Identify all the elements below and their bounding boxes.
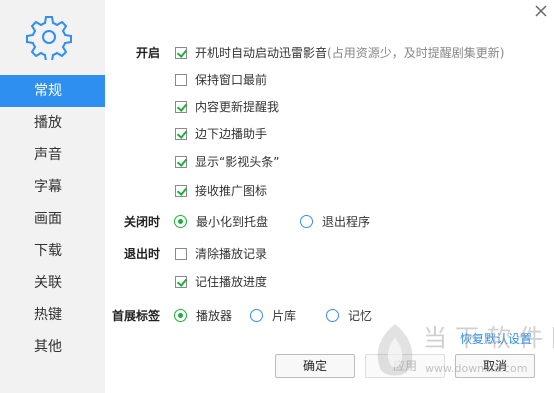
minimize-to-tray-radio[interactable]: 最小化到托盘 — [174, 213, 268, 230]
autostart-label: 开机时自动启动迅雷影音 — [195, 46, 328, 60]
update-reminder-label: 内容更新提醒我 — [195, 100, 280, 114]
radio-circle[interactable] — [300, 215, 313, 228]
first-tab-player-radio[interactable]: 播放器 — [174, 307, 232, 324]
sidebar-item-download[interactable]: 下载 — [0, 235, 105, 267]
first-tab-label: 首展标签 — [111, 309, 160, 323]
checkbox-box[interactable] — [175, 184, 187, 197]
exit-program-radio[interactable]: 退出程序 — [300, 213, 370, 230]
sidebar-item-association[interactable]: 关联 — [0, 267, 105, 299]
on-close-label: 关闭时 — [123, 215, 160, 229]
show-headlines-checkbox[interactable]: 显示“影视头条” — [175, 153, 279, 170]
sidebar-item-subtitles[interactable]: 字幕 — [0, 171, 105, 203]
first-tab-memory-label: 记忆 — [348, 309, 373, 323]
promo-icon-checkbox[interactable]: 接收推广图标 — [175, 182, 267, 199]
stream-assistant-checkbox[interactable]: 边下边播助手 — [175, 125, 267, 142]
remember-progress-label: 记住播放进度 — [195, 275, 268, 289]
clear-history-label: 清除播放记录 — [195, 247, 268, 261]
clear-history-checkbox[interactable]: 清除播放记录 — [175, 245, 267, 262]
restore-defaults-link[interactable]: 恢复默认设置 — [460, 330, 532, 347]
sidebar-item-playback[interactable]: 播放 — [0, 107, 105, 139]
settings-panel: 开启 开机时自动启动迅雷影音 (占用资源少，及时提醒剧集更新) 保持窗口最前 内… — [105, 0, 554, 393]
autostart-hint: (占用资源少，及时提醒剧集更新) — [327, 46, 505, 60]
checkbox-box[interactable] — [175, 100, 187, 113]
sidebar-item-hotkeys[interactable]: 热键 — [0, 299, 105, 331]
first-tab-library-radio[interactable]: 片库 — [250, 307, 296, 324]
radio-circle[interactable] — [174, 309, 187, 322]
show-headlines-label: 显示“影视头条” — [195, 155, 280, 169]
radio-circle[interactable] — [250, 309, 263, 322]
exit-program-label: 退出程序 — [322, 215, 371, 229]
autostart-checkbox[interactable]: 开机时自动启动迅雷影音 (占用资源少，及时提醒剧集更新) — [175, 44, 504, 61]
first-tab-player-label: 播放器 — [196, 309, 233, 323]
sidebar-item-sound[interactable]: 声音 — [0, 139, 105, 171]
radio-circle[interactable] — [326, 309, 339, 322]
ok-button[interactable]: 确定 — [275, 354, 355, 378]
checkbox-box[interactable] — [175, 46, 187, 59]
on-exit-label: 退出时 — [123, 247, 160, 261]
sidebar-item-general[interactable]: 常规 — [0, 75, 105, 107]
sidebar-item-other[interactable]: 其他 — [0, 331, 105, 363]
first-tab-library-label: 片库 — [272, 309, 297, 323]
radio-circle[interactable] — [174, 215, 187, 228]
sidebar-item-picture[interactable]: 画面 — [0, 203, 105, 235]
cancel-button[interactable]: 取消 — [455, 354, 535, 378]
always-on-top-checkbox[interactable]: 保持窗口最前 — [175, 71, 267, 88]
sidebar-nav: 常规 播放 声音 字幕 画面 下载 关联 热键 其他 — [0, 75, 105, 363]
checkbox-box[interactable] — [175, 127, 187, 140]
startup-label: 开启 — [135, 46, 160, 60]
settings-gear-icon — [26, 16, 72, 60]
remember-progress-checkbox[interactable]: 记住播放进度 — [175, 273, 267, 290]
checkbox-box[interactable] — [175, 73, 187, 86]
minimize-to-tray-label: 最小化到托盘 — [196, 215, 269, 229]
update-reminder-checkbox[interactable]: 内容更新提醒我 — [175, 98, 279, 115]
first-tab-memory-radio[interactable]: 记忆 — [326, 307, 372, 324]
promo-icon-label: 接收推广图标 — [195, 184, 268, 198]
checkbox-box[interactable] — [175, 275, 187, 288]
checkbox-box[interactable] — [175, 155, 187, 168]
stream-assistant-label: 边下边播助手 — [195, 127, 268, 141]
sidebar: 常规 播放 声音 字幕 画面 下载 关联 热键 其他 — [0, 0, 105, 393]
checkbox-box[interactable] — [175, 247, 187, 260]
always-on-top-label: 保持窗口最前 — [195, 73, 268, 87]
apply-button[interactable]: 应用 — [365, 354, 445, 378]
